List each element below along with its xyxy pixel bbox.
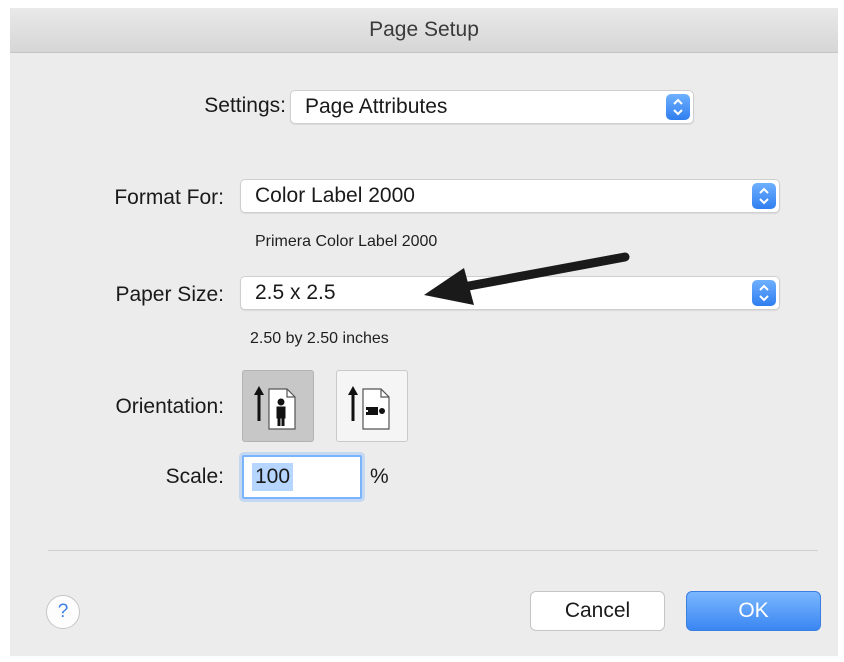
format-for-popup[interactable]: Color Label 2000 xyxy=(240,179,780,213)
divider xyxy=(48,550,818,551)
portrait-orientation-icon xyxy=(254,386,296,430)
landscape-orientation-button[interactable] xyxy=(336,370,408,442)
portrait-orientation-button[interactable] xyxy=(242,370,314,442)
page-setup-dialog: Page Setup Settings: Page Attributes For… xyxy=(10,8,838,656)
help-button[interactable]: ? xyxy=(46,595,80,629)
paper-size-label: Paper Size: xyxy=(115,283,224,306)
stepper-icon xyxy=(752,183,776,209)
stepper-icon xyxy=(666,94,690,120)
orientation-label: Orientation: xyxy=(115,395,224,418)
format-for-label: Format For: xyxy=(114,186,224,209)
settings-label: Settings: xyxy=(204,94,286,117)
format-for-detail: Primera Color Label 2000 xyxy=(255,233,438,250)
settings-popup[interactable]: Page Attributes xyxy=(290,90,694,124)
scale-value: 100 xyxy=(252,463,294,491)
scale-input[interactable]: 100 xyxy=(242,455,362,499)
cancel-button[interactable]: Cancel xyxy=(530,591,665,631)
landscape-orientation-icon xyxy=(348,386,390,430)
settings-value: Page Attributes xyxy=(305,95,448,118)
paper-size-value: 2.5 x 2.5 xyxy=(255,281,336,304)
format-for-value: Color Label 2000 xyxy=(255,184,415,207)
ok-button[interactable]: OK xyxy=(686,591,821,631)
paper-size-detail: 2.50 by 2.50 inches xyxy=(250,330,389,347)
help-icon: ? xyxy=(57,601,69,622)
dialog-title: Page Setup xyxy=(10,8,838,53)
scale-unit: % xyxy=(370,465,389,488)
stepper-icon xyxy=(752,280,776,306)
paper-size-popup[interactable]: 2.5 x 2.5 xyxy=(240,276,780,310)
scale-label: Scale: xyxy=(165,465,224,488)
